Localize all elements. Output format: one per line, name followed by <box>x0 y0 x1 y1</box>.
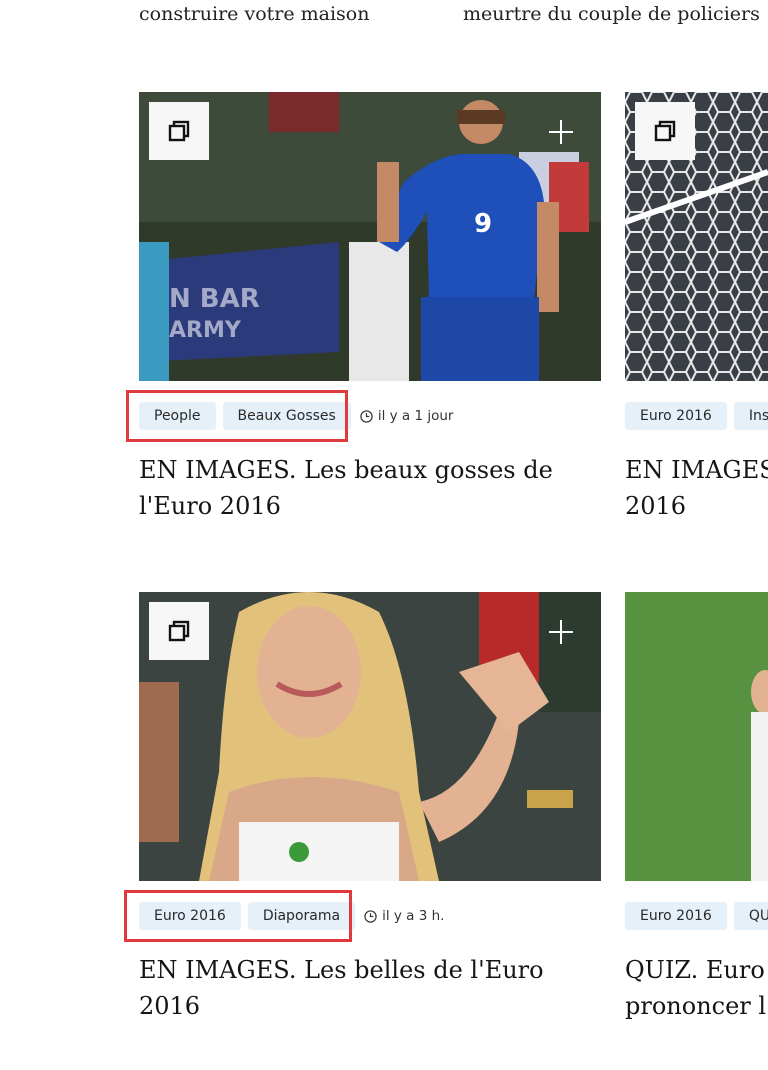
tag-list: Euro 2016 QUIZ <box>625 902 768 930</box>
tag-euro-2016[interactable]: Euro 2016 <box>625 902 727 930</box>
article-image[interactable] <box>625 92 768 381</box>
plus-icon[interactable] <box>549 120 573 144</box>
plus-icon[interactable] <box>549 620 573 644</box>
article-headline[interactable]: EN IMAGES. Les belles de l'Euro 2016 <box>139 952 601 1024</box>
article-image[interactable] <box>625 592 768 881</box>
gallery-stack-icon <box>149 602 209 660</box>
article-image[interactable] <box>139 592 601 881</box>
article-image[interactable]: N BAR ARMY 9 <box>139 92 601 381</box>
tag-inso[interactable]: Inso <box>733 402 768 430</box>
gallery-stack-icon <box>149 102 209 160</box>
article-card-right-2[interactable]: Euro 2016 QUIZ QUIZ. Euro 2 prononcer l <box>625 592 768 1032</box>
article-card-right-1[interactable]: Euro 2016 Inso EN IMAGES. 2016 <box>625 92 768 532</box>
article-headline[interactable]: QUIZ. Euro 2 prononcer l <box>625 952 768 1024</box>
timestamp: il y a 3 h. <box>364 908 444 924</box>
timestamp-text: il y a 1 jour <box>377 408 454 424</box>
clock-icon <box>360 409 373 423</box>
clock-icon <box>364 909 377 923</box>
gallery-stack-icon <box>635 102 695 160</box>
svg-text:N BAR: N BAR <box>169 284 260 314</box>
article-card-beaux-gosses[interactable]: N BAR ARMY 9 People Beaux Gosses il y a … <box>139 92 601 532</box>
tags-highlight-box <box>124 890 352 942</box>
article-headline[interactable]: EN IMAGES. 2016 <box>625 452 768 524</box>
timestamp: il y a 1 jour <box>360 408 454 424</box>
article-headline[interactable]: EN IMAGES. Les beaux gosses de l'Euro 20… <box>139 452 569 524</box>
timestamp-text: il y a 3 h. <box>382 908 445 924</box>
tag-euro-2016[interactable]: Euro 2016 <box>625 402 727 430</box>
tag-list: Euro 2016 Inso <box>625 402 768 430</box>
svg-text:9: 9 <box>474 209 492 239</box>
top-article-title-right[interactable]: meurtre du couple de policiers <box>463 0 760 28</box>
tag-quiz[interactable]: QUIZ <box>733 902 768 930</box>
article-card-belles[interactable]: Euro 2016 Diaporama il y a 3 h. EN IMAGE… <box>139 592 601 1032</box>
tags-highlight-box <box>126 390 348 442</box>
svg-text:ARMY: ARMY <box>169 318 242 343</box>
top-article-title-left[interactable]: construire votre maison <box>139 0 370 28</box>
